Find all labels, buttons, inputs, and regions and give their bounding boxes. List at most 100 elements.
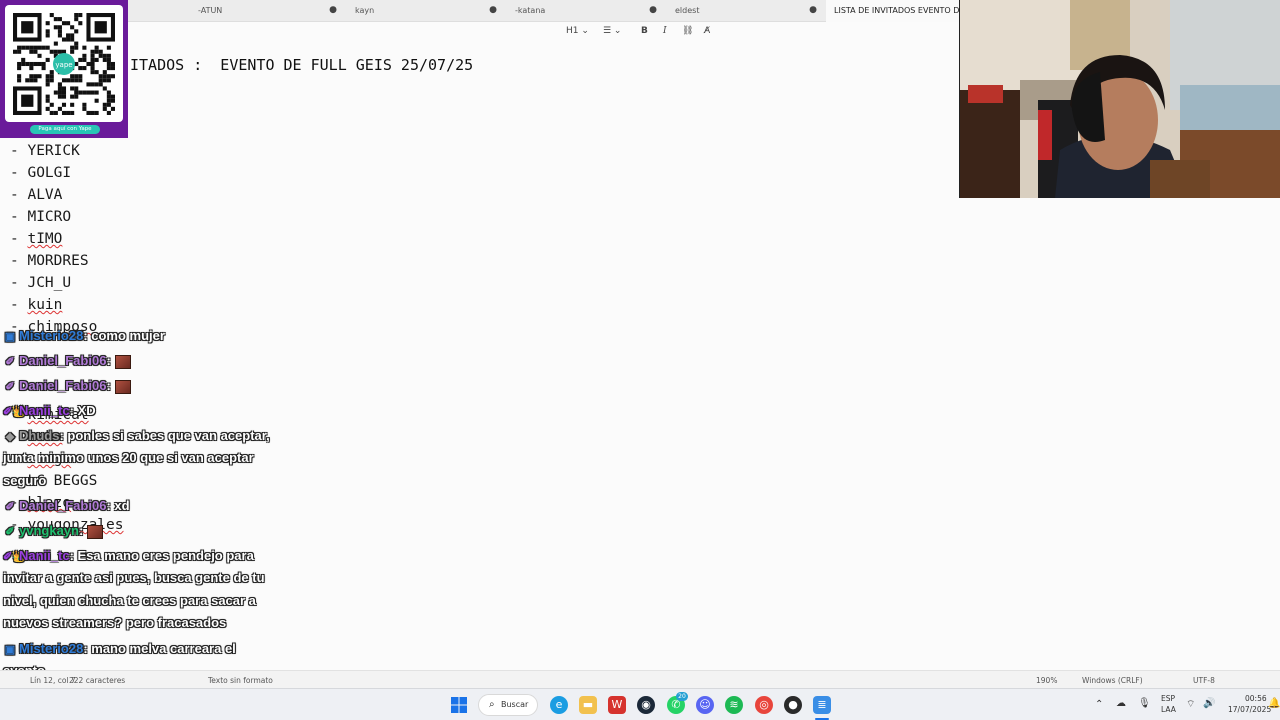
language-top[interactable]: ESP xyxy=(1161,694,1175,703)
chat-text: : mano melva carreara el xyxy=(83,640,236,656)
guest-line[interactable]: - JCH_U xyxy=(10,275,71,297)
chat-message: ▣ Misterio28: como mujer xyxy=(3,325,165,348)
notification-icon[interactable]: 🔔 xyxy=(1268,698,1280,709)
qr-caption: Paga aquí con Yape xyxy=(30,125,100,134)
windows-taskbar: ⌕ Buscar e ▬ W ◉ ✆ 20 ☺ ≋ ◎ ● ≣ ⌃ ☁ 🎙 ES… xyxy=(0,688,1280,720)
guest-name: JCH_U xyxy=(27,275,72,291)
tab-eldest[interactable]: eldest ● xyxy=(665,0,825,22)
tab-atun[interactable]: -ATUN ● xyxy=(130,0,345,22)
chat-username: Nanii_tc xyxy=(19,548,70,563)
line-ending[interactable]: Windows (CRLF) xyxy=(1082,676,1143,685)
chat-message-continued: nuevos streamers? pero fracasados xyxy=(3,615,227,630)
steam-icon[interactable]: ◉ xyxy=(637,696,655,714)
search-label: Buscar xyxy=(501,700,529,709)
chat-username: Daniel_Fabi06 xyxy=(19,353,107,368)
chat-message-continued: junta minimo unos 20 que si van aceptar xyxy=(3,450,254,465)
unsaved-dot-icon[interactable]: ● xyxy=(489,5,497,15)
tab-label: eldest xyxy=(675,6,700,15)
list-bullet: - xyxy=(10,275,28,291)
unsaved-dot-icon[interactable]: ● xyxy=(329,5,337,15)
list-bullet: - xyxy=(10,231,28,247)
status-bar: Lín 12, col 7 222 caracteres Texto sin f… xyxy=(0,670,1280,688)
start-icon[interactable] xyxy=(450,696,468,714)
wps-office-icon[interactable]: W xyxy=(608,696,626,714)
unsaved-dot-icon[interactable]: ● xyxy=(809,5,817,15)
chat-emote-icon xyxy=(114,379,131,394)
volume-icon[interactable]: 🔊 xyxy=(1203,698,1215,709)
unsaved-dot-icon[interactable]: ● xyxy=(649,5,657,15)
taskbar-search-button[interactable]: ⌕ Buscar xyxy=(478,694,538,716)
guest-line[interactable]: - MORDRES xyxy=(10,253,89,275)
clear-format-icon[interactable]: A̸ xyxy=(704,26,710,36)
clock-time[interactable]: 00:56 xyxy=(1245,694,1267,703)
chat-message: ▣ Misterio28: mano melva carreara el xyxy=(3,638,236,661)
network-icon[interactable]: ☁ xyxy=(1116,698,1126,709)
whatsapp-badge: 20 xyxy=(676,692,688,701)
list-bullet: - xyxy=(10,165,28,181)
discord-icon[interactable]: ☺ xyxy=(696,696,714,714)
italic-button[interactable]: I xyxy=(663,26,667,36)
qr-code-panel: yape xyxy=(5,5,123,122)
guest-line[interactable]: - ALVA xyxy=(10,187,62,209)
chat-message: ✐ yvngkayn: xyxy=(3,520,104,543)
tray-expand-icon[interactable]: ⌃ xyxy=(1095,699,1103,710)
guest-name: GOLGI xyxy=(27,165,72,181)
list-bullet: - xyxy=(10,187,28,203)
text-format[interactable]: Texto sin formato xyxy=(208,676,273,685)
tab-label: kayn xyxy=(355,6,375,15)
chat-badge-icon: ◆ xyxy=(5,431,15,443)
guest-line[interactable]: - tIMO xyxy=(10,231,62,253)
link-icon[interactable]: ⛓ xyxy=(682,26,693,36)
list-bullet: - xyxy=(10,209,28,225)
chat-text: : ponles si sabes que van aceptar, xyxy=(59,428,270,443)
chat-text: : xyxy=(106,378,111,393)
chrome-icon[interactable]: ◎ xyxy=(755,696,773,714)
chat-badge-icon: ▣ xyxy=(4,643,16,656)
guest-line[interactable]: - GOLGI xyxy=(10,165,71,187)
tab-label: -ATUN xyxy=(198,6,223,15)
yape-logo-text: yape xyxy=(55,61,72,69)
bold-button[interactable]: B xyxy=(641,26,648,36)
list-dropdown[interactable]: ☰ ⌄ xyxy=(603,26,621,36)
tab-kayn[interactable]: kayn ● xyxy=(345,0,505,22)
encoding[interactable]: UTF-8 xyxy=(1193,676,1215,685)
tab-katana[interactable]: -katana ● xyxy=(505,0,665,22)
tab-label: LISTA DE INVITADOS EVENTO DE xyxy=(834,6,959,15)
chat-message: ✐ Daniel_Fabi06: xyxy=(3,350,131,373)
screen: -ATUN ● kayn ● -katana ● eldest ● LISTA … xyxy=(0,0,1280,720)
search-icon: ⌕ xyxy=(489,699,495,710)
microphone-icon[interactable]: 🎙 xyxy=(1138,698,1151,709)
edge-icon[interactable]: e xyxy=(550,696,568,714)
guest-name: MICRO xyxy=(27,209,72,225)
chat-emote-icon xyxy=(87,524,104,539)
zoom-level[interactable]: 190% xyxy=(1036,676,1057,685)
chat-message-continued: invitar a gente asi pues, busca gente de… xyxy=(3,570,265,585)
chat-text: : como mujer xyxy=(83,328,165,343)
list-bullet: - xyxy=(10,143,28,159)
notepad-icon[interactable]: ≣ xyxy=(813,696,831,714)
chat-message: ✐👑Nanii_tc: Esa mano eres pendejo para xyxy=(3,545,254,568)
chat-badge-icon: ✐ xyxy=(5,381,15,393)
guest-line[interactable]: - MICRO xyxy=(10,209,71,231)
guest-name: ALVA xyxy=(27,187,63,203)
guest-line[interactable]: - YERICK xyxy=(10,143,80,165)
chat-badge-icon: ✐ xyxy=(5,356,15,368)
guest-name: tIMO xyxy=(27,231,63,247)
guest-line[interactable]: - kuin xyxy=(10,297,62,319)
spotify-icon[interactable]: ≋ xyxy=(725,696,743,714)
language-bottom[interactable]: LAA xyxy=(1161,705,1176,714)
chat-message: ✐👑Nanii_tc: XD xyxy=(3,400,96,423)
chat-message: ✐ Daniel_Fabi06: xd xyxy=(3,495,129,518)
char-count: 222 caracteres xyxy=(69,676,126,685)
chat-emote-icon xyxy=(114,354,131,369)
obs-icon[interactable]: ● xyxy=(784,696,802,714)
file-explorer-icon[interactable]: ▬ xyxy=(579,696,597,714)
tab-lista-invitados[interactable]: LISTA DE INVITADOS EVENTO DE xyxy=(826,0,959,22)
document-title-line[interactable]: ITADOS : EVENTO DE FULL GEIS 25/07/25 xyxy=(130,56,473,74)
wifi-icon[interactable]: ⌔ xyxy=(1186,698,1195,711)
chat-badge-icon: ✐👑 xyxy=(3,406,26,418)
clock-date[interactable]: 17/07/2025 xyxy=(1228,705,1271,714)
chat-username: Misterio28 xyxy=(19,328,84,343)
chat-badge-icon: ✐ xyxy=(5,526,15,538)
heading-dropdown[interactable]: H1 ⌄ xyxy=(566,26,589,36)
